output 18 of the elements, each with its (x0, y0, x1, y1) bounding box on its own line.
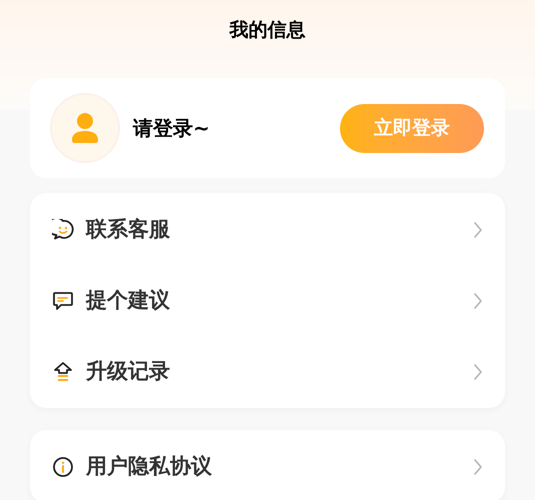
smiley-chat-icon (52, 218, 74, 240)
login-prompt: 请登录~ (133, 115, 210, 142)
upgrade-arrow-icon (52, 360, 74, 382)
menu-label: 提个建议 (86, 286, 170, 314)
chevron-right-icon (473, 292, 483, 310)
menu-label: 升级记录 (86, 358, 170, 385)
page-title: 我的信息 (230, 18, 306, 43)
menu-item[interactable]: 联系客服 (30, 194, 505, 265)
comment-icon (52, 290, 74, 312)
chevron-right-icon (473, 220, 483, 238)
menu-item[interactable]: 用户隐私协议 (30, 431, 505, 500)
menu-label: 联系客服 (86, 216, 170, 243)
menu-item[interactable]: 提个建议 (30, 265, 505, 336)
info-icon (52, 456, 74, 478)
chevron-right-icon (473, 362, 483, 380)
chevron-right-icon (473, 458, 483, 476)
menu-label: 用户隐私协议 (86, 452, 212, 480)
menu-item[interactable]: 升级记录 (30, 336, 505, 407)
